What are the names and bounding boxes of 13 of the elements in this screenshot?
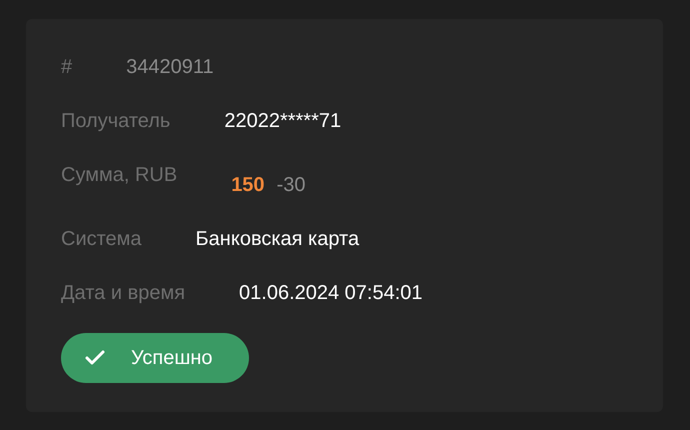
field-label: Система <box>61 227 142 252</box>
field-value: 01.06.2024 07:54:01 <box>239 281 423 306</box>
field-label: # <box>61 55 72 80</box>
check-icon <box>85 350 105 366</box>
fee-value: -30 <box>276 173 306 198</box>
field-label: Получатель <box>61 109 170 134</box>
order-number: 34420911 <box>126 55 214 80</box>
field-label: Дата и время <box>61 281 186 306</box>
field-value: 22022*****71 <box>224 109 342 134</box>
field-value: Банковская карта <box>196 227 360 252</box>
field-label: Сумма, RUB <box>61 163 178 188</box>
amount-value: 150 <box>231 173 265 198</box>
status-badge: Успешно <box>61 333 249 383</box>
